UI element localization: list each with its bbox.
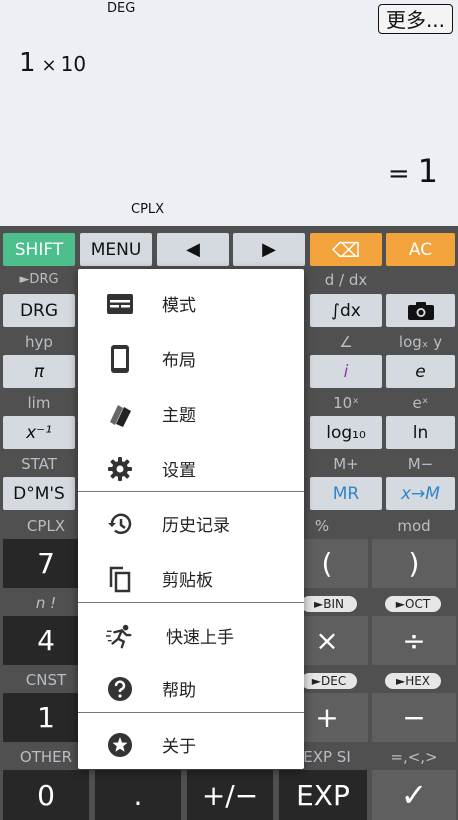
backspace-button[interactable]: ⌫ — [310, 233, 382, 266]
gear-icon — [106, 455, 134, 483]
angle-mode-indicator: DEG — [107, 1, 136, 16]
reciprocal-button[interactable]: x⁻¹ — [3, 416, 75, 449]
menu-item-help[interactable]: 帮助 — [78, 662, 304, 716]
to-hex-label: ►HEX — [385, 673, 441, 689]
menu-divider — [78, 712, 304, 713]
expression-base: 10 — [60, 52, 87, 76]
e-x-label: eˣ — [412, 394, 429, 412]
e-button[interactable]: e — [386, 355, 455, 388]
display-area: DEG 更多... 1 × 10 = 1 CPLX — [0, 0, 458, 226]
menu-item-label: 帮助 — [162, 681, 196, 701]
m-plus-label: M+ — [333, 455, 359, 473]
relations-label: =,<,> — [390, 748, 438, 766]
cplx-label: CPLX — [26, 517, 66, 535]
memory-recall-button[interactable]: MR — [310, 477, 382, 510]
menu-item-clipboard[interactable]: 剪贴板 — [78, 552, 304, 606]
pi-button[interactable]: π — [3, 355, 75, 388]
menu-divider — [78, 491, 304, 492]
digit-1-button[interactable]: 1 — [3, 693, 89, 742]
result-equals: = — [387, 159, 410, 189]
minus-button[interactable]: − — [372, 693, 456, 742]
to-bin-label: ►BIN — [301, 596, 357, 612]
expression-times: × — [41, 55, 57, 76]
ln-button[interactable]: ln — [386, 416, 455, 449]
other-label: OTHER — [19, 748, 73, 766]
divide-button[interactable]: ÷ — [372, 616, 456, 665]
imaginary-i-button[interactable]: i — [310, 355, 382, 388]
m-minus-label: M− — [407, 455, 434, 473]
angle-label: ∠ — [339, 333, 353, 351]
menu-item-label: 布局 — [162, 351, 196, 371]
mod-label: mod — [397, 517, 431, 535]
menu-item-label: 快速上手 — [166, 628, 234, 648]
decimal-point-button[interactable]: . — [95, 770, 181, 820]
menu-item-label: 模式 — [162, 296, 196, 316]
to-oct-label: ►OCT — [385, 596, 441, 612]
layout-icon — [106, 345, 134, 373]
menu-item-layout[interactable]: 布局 — [78, 332, 304, 386]
history-icon — [106, 510, 134, 538]
menu-item-mode[interactable]: 模式 — [78, 277, 304, 331]
digit-7-button[interactable]: 7 — [3, 539, 89, 588]
theme-icon — [106, 400, 134, 428]
about-icon — [106, 731, 134, 759]
menu-item-quick-start[interactable]: 快速上手 — [78, 609, 304, 663]
camera-button[interactable] — [386, 294, 455, 327]
menu-item-theme[interactable]: 主题 — [78, 387, 304, 441]
shift-button[interactable]: SHIFT — [3, 233, 75, 266]
menu-item-label: 剪贴板 — [162, 571, 213, 591]
hyp-label: hyp — [25, 333, 53, 351]
stat-label: STAT — [21, 455, 57, 473]
exp-button[interactable]: EXP — [279, 770, 367, 820]
menu-item-label: 设置 — [162, 461, 196, 481]
digit-0-button[interactable]: 0 — [3, 770, 89, 820]
quick-start-icon — [106, 622, 134, 650]
expression-mantissa: 1 — [19, 48, 36, 78]
sign-toggle-button[interactable]: +/− — [187, 770, 273, 820]
cnst-label: CNST — [25, 671, 67, 689]
close-paren-button[interactable]: ) — [372, 539, 456, 588]
cursor-left-button[interactable]: ◀ — [157, 233, 229, 266]
enter-button[interactable]: ✓ — [372, 770, 456, 820]
ac-button[interactable]: AC — [386, 233, 455, 266]
menu-button[interactable]: MENU — [80, 233, 152, 266]
ddx-label: d / dx — [324, 271, 368, 289]
menu-item-settings[interactable]: 设置 — [78, 442, 304, 496]
digit-4-button[interactable]: 4 — [3, 616, 89, 665]
log10-button[interactable]: log₁₀ — [310, 416, 382, 449]
expression[interactable]: 1 × 10 — [19, 48, 86, 78]
camera-icon — [407, 301, 434, 320]
overflow-menu: 模式 布局 主题 设置 历史记录 剪贴板 快速上手 帮助 关于 — [78, 269, 304, 769]
dms-button[interactable]: D°M'S — [3, 477, 75, 510]
to-dec-label: ►DEC — [301, 673, 357, 689]
to-drg-label: ►DRG — [19, 272, 59, 287]
menu-item-about[interactable]: 关于 — [78, 718, 304, 772]
lim-label: lim — [27, 394, 51, 412]
cursor-right-button[interactable]: ▶ — [233, 233, 305, 266]
result-value: 1 — [417, 152, 438, 190]
menu-divider — [78, 602, 304, 603]
ten-x-label: 10ˣ — [333, 394, 359, 412]
menu-item-label: 主题 — [162, 406, 196, 426]
store-memory-button[interactable]: x→M — [386, 477, 455, 510]
drg-button[interactable]: DRG — [3, 294, 75, 327]
menu-item-history[interactable]: 历史记录 — [78, 497, 304, 551]
menu-item-label: 历史记录 — [162, 516, 230, 536]
logxy-label: logₓ y — [398, 333, 443, 351]
result: = 1 — [388, 152, 438, 190]
complex-mode-indicator: CPLX — [131, 202, 165, 217]
more-button[interactable]: 更多... — [378, 4, 453, 34]
help-icon — [106, 675, 134, 703]
integral-button[interactable]: ∫dx — [310, 294, 382, 327]
clipboard-icon — [106, 565, 134, 593]
menu-item-label: 关于 — [162, 737, 196, 757]
mode-icon — [106, 290, 134, 318]
factorial-label: n ! — [35, 594, 57, 612]
